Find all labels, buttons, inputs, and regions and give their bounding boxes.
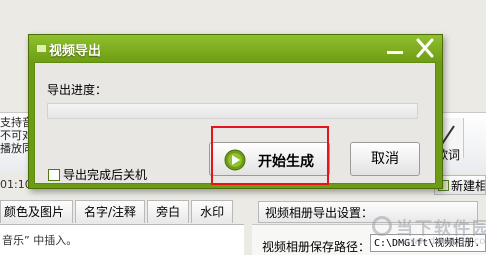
new-album-label: 新建相 [451,179,486,193]
background-tabs: 颜色及图片 名字/注释 旁白 水印 [0,200,235,224]
watermark-logo-icon [372,216,392,236]
tab-narration[interactable]: 旁白 [147,200,190,223]
video-export-icon [37,45,46,52]
cancel-button[interactable]: 取消 [350,142,420,176]
watermark-url: www.downxia.com [402,236,486,247]
tab-watermark[interactable]: 水印 [191,200,234,223]
minimize-icon[interactable] [384,39,406,59]
tab-color-image[interactable]: 颜色及图片 [0,200,74,223]
save-path-label: 视频相册保存路径： [262,240,371,254]
export-progress-bar [47,103,418,119]
close-icon[interactable] [413,37,437,59]
shutdown-checkbox[interactable] [48,168,60,181]
dialog-titlebar[interactable]: 视频导出 [29,35,442,62]
start-generate-button[interactable]: 开始生成 [209,142,330,176]
dialog-title: 视频导出 [49,44,102,59]
start-generate-label: 开始生成 [258,154,314,170]
tab-name-note[interactable]: 名字/注释 [75,200,146,223]
shutdown-after-export-option[interactable]: 导出完成后关机 [48,166,147,183]
insert-hint-text: 音乐” 中插入。 [2,234,78,247]
shutdown-checkbox-label: 导出完成后关机 [63,168,148,182]
play-icon [224,149,246,171]
site-watermark: 当下软件园 www.downxia.com [372,212,486,254]
timeline-time: 01:10 [0,178,32,191]
progress-label: 导出进度： [47,83,108,97]
